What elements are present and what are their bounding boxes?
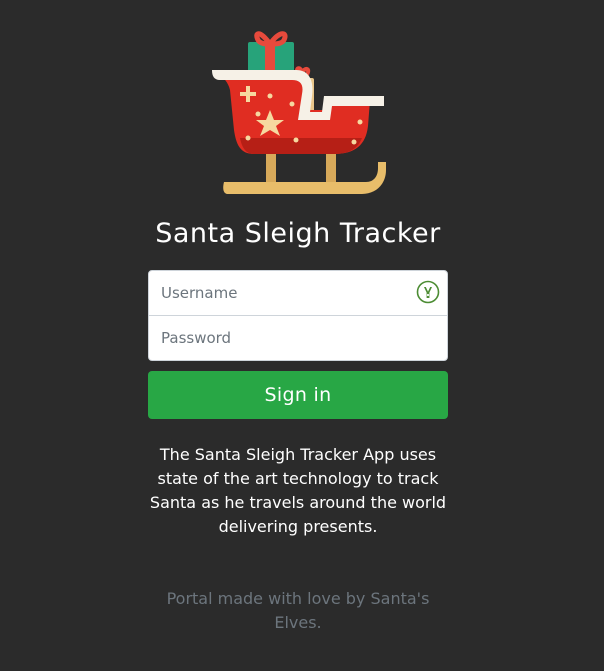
page-title: Santa Sleigh Tracker <box>155 218 441 249</box>
password-field-wrapper <box>148 316 448 361</box>
sleigh-runner <box>223 162 386 194</box>
password-input[interactable] <box>159 328 403 348</box>
login-form <box>148 270 448 361</box>
username-input[interactable] <box>159 283 403 303</box>
username-field-wrapper <box>148 270 448 316</box>
password-manager-icon[interactable] <box>416 280 440 304</box>
app-description: The Santa Sleigh Tracker App uses state … <box>149 445 447 536</box>
sleigh-with-presents-icon <box>212 31 386 194</box>
footer-text: Portal made with love by Santa's Elves. <box>166 589 430 632</box>
login-page: Santa Sleigh Tracker Sign in The Santa S… <box>0 0 604 671</box>
sign-in-button[interactable]: Sign in <box>148 371 448 419</box>
